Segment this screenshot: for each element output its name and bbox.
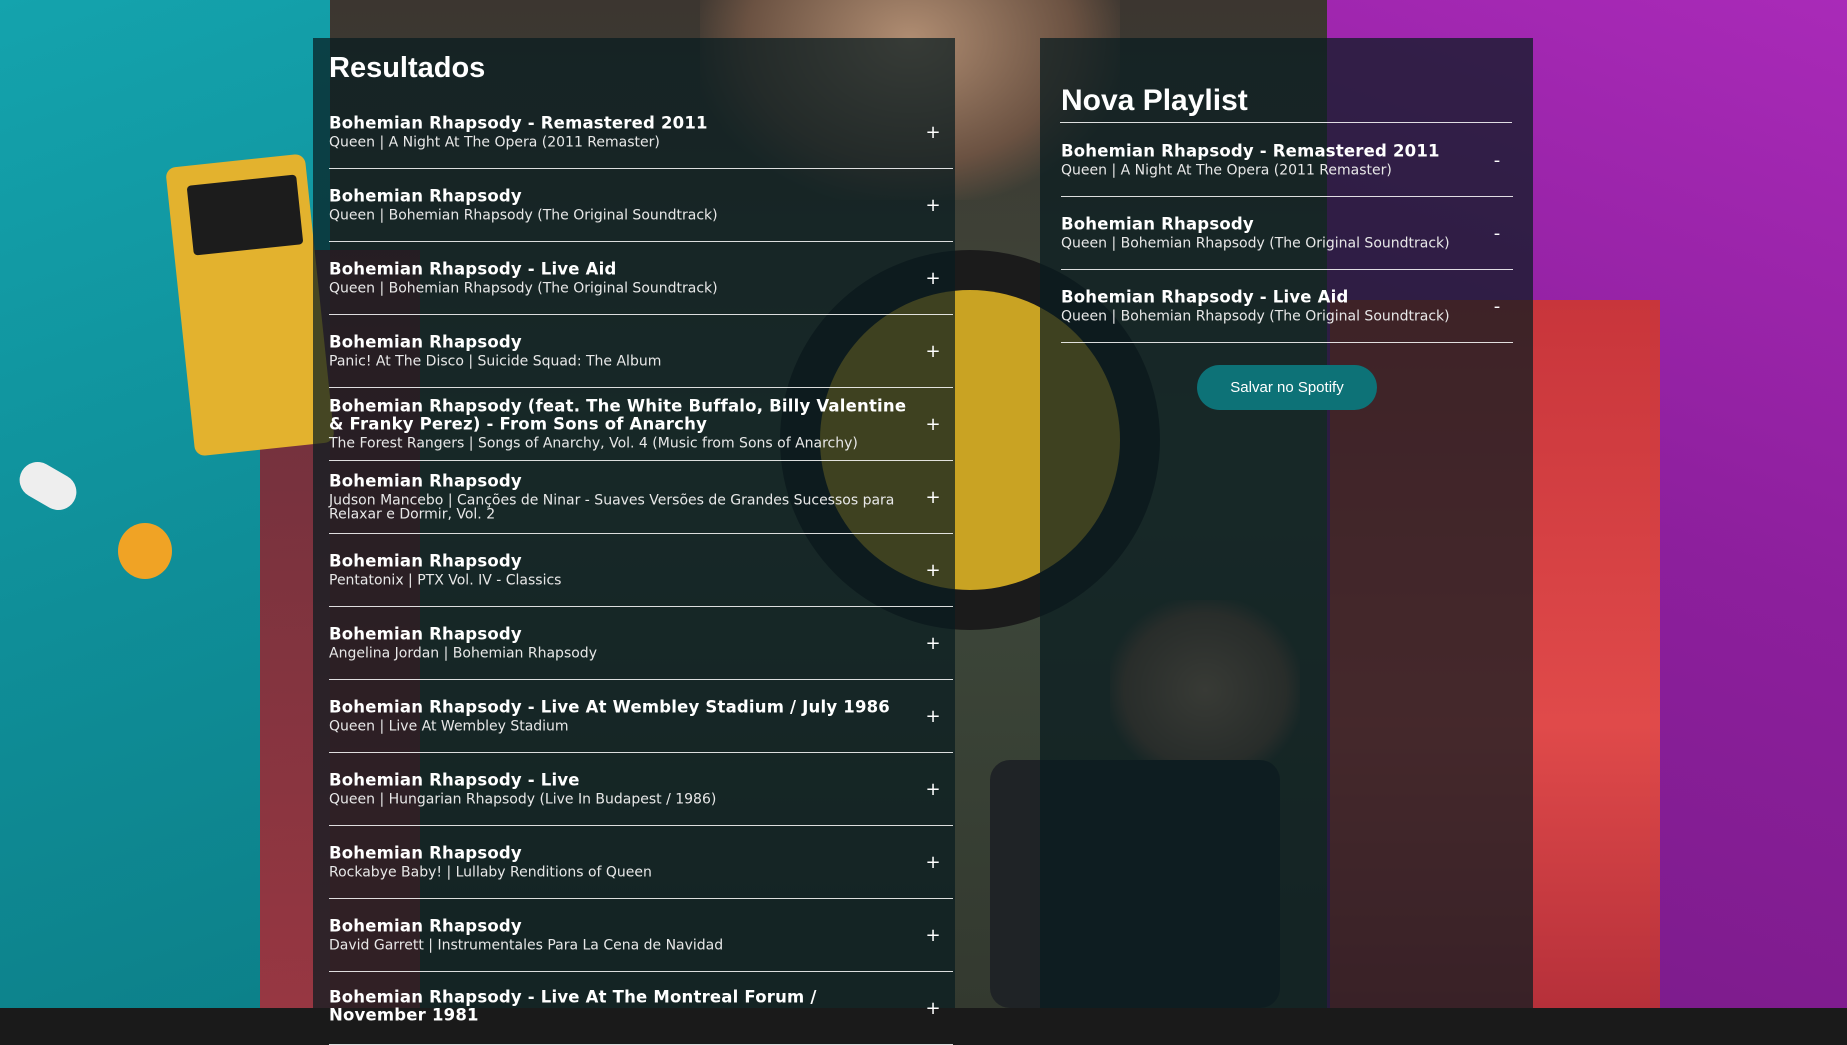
result-track: Bohemian Rhapsody - Live Aid Queen | Boh… — [329, 242, 953, 315]
background-pedal-display — [186, 174, 304, 256]
track-artist-album: Queen | A Night At The Opera (2011 Remas… — [1061, 162, 1392, 179]
track-artist-album: Queen | Bohemian Rhapsody (The Original … — [329, 207, 718, 224]
result-track: Bohemian Rhapsody - Live At The Montreal… — [329, 972, 953, 1045]
track-info: Bohemian Rhapsody - Live Queen | Hungari… — [329, 770, 913, 808]
track-info: Bohemian Rhapsody - Live At The Montreal… — [329, 987, 913, 1028]
track-title: Bohemian Rhapsody — [329, 186, 522, 206]
add-track-button[interactable]: + — [921, 996, 945, 1020]
result-track: Bohemian Rhapsody Pentatonix | PTX Vol. … — [329, 534, 953, 607]
track-artist-album: Panic! At The Disco | Suicide Squad: The… — [329, 353, 662, 370]
track-title: Bohemian Rhapsody — [329, 471, 522, 491]
track-title: Bohemian Rhapsody — [329, 551, 522, 571]
add-track-button[interactable]: + — [921, 850, 945, 874]
track-artist-album: David Garrett | Instrumentales Para La C… — [329, 937, 724, 954]
track-title: Bohemian Rhapsody (feat. The White Buffa… — [329, 396, 907, 434]
results-panel: Resultados Bohemian Rhapsody - Remastere… — [313, 38, 955, 1045]
track-title: Bohemian Rhapsody - Live At Wembley Stad… — [329, 697, 890, 717]
track-artist-album: Queen | Live At Wembley Stadium — [329, 718, 569, 735]
track-title: Bohemian Rhapsody - Live — [329, 770, 580, 790]
result-track: Bohemian Rhapsody - Live At Wembley Stad… — [329, 680, 953, 753]
track-title: Bohemian Rhapsody - Live Aid — [1061, 287, 1349, 307]
playlist-panel: Nova Playlist Bohemian Rhapsody - Remast… — [1040, 38, 1533, 1008]
track-info: Bohemian Rhapsody Angelina Jordan | Bohe… — [329, 624, 913, 662]
track-info: Bohemian Rhapsody Rockabye Baby! | Lulla… — [329, 843, 913, 881]
track-artist-album: Pentatonix | PTX Vol. IV - Classics — [329, 572, 562, 589]
track-title: Bohemian Rhapsody — [329, 843, 522, 863]
remove-track-button[interactable]: - — [1485, 221, 1509, 245]
track-info: Bohemian Rhapsody David Garrett | Instru… — [329, 916, 913, 954]
playlist-track-list: Bohemian Rhapsody - Remastered 2011 Quee… — [1061, 124, 1513, 343]
track-info: Bohemian Rhapsody - Remastered 2011 Quee… — [1061, 141, 1473, 179]
add-track-button[interactable]: + — [921, 704, 945, 728]
result-track: Bohemian Rhapsody Angelina Jordan | Bohe… — [329, 607, 953, 680]
track-title: Bohemian Rhapsody — [1061, 214, 1254, 234]
add-track-button[interactable]: + — [921, 339, 945, 363]
track-artist-album: Judson Mancebo | Canções de Ninar - Suav… — [329, 492, 895, 523]
result-track: Bohemian Rhapsody - Remastered 2011 Quee… — [329, 96, 953, 169]
track-title: Bohemian Rhapsody — [329, 916, 522, 936]
track-info: Bohemian Rhapsody Queen | Bohemian Rhaps… — [329, 186, 913, 224]
track-title: Bohemian Rhapsody - Live At The Montreal… — [329, 987, 817, 1025]
track-artist-album: Queen | Hungarian Rhapsody (Live In Buda… — [329, 791, 717, 808]
save-to-spotify-button[interactable]: Salvar no Spotify — [1197, 365, 1377, 410]
track-title: Bohemian Rhapsody — [329, 624, 522, 644]
track-title: Bohemian Rhapsody — [329, 332, 522, 352]
add-track-button[interactable]: + — [921, 485, 945, 509]
add-track-button[interactable]: + — [921, 193, 945, 217]
track-info: Bohemian Rhapsody - Live At Wembley Stad… — [329, 697, 913, 735]
add-track-button[interactable]: + — [921, 558, 945, 582]
result-track: Bohemian Rhapsody Judson Mancebo | Cançõ… — [329, 461, 953, 534]
background-yellow-pick — [118, 523, 172, 579]
playlist-divider — [1060, 122, 1512, 123]
track-artist-album: Queen | A Night At The Opera (2011 Remas… — [329, 134, 660, 151]
track-info: Bohemian Rhapsody Queen | Bohemian Rhaps… — [1061, 214, 1473, 252]
result-track: Bohemian Rhapsody David Garrett | Instru… — [329, 899, 953, 972]
track-artist-album: Angelina Jordan | Bohemian Rhapsody — [329, 645, 597, 662]
track-title: Bohemian Rhapsody - Remastered 2011 — [329, 113, 708, 133]
result-track: Bohemian Rhapsody Queen | Bohemian Rhaps… — [329, 169, 953, 242]
playlist-track: Bohemian Rhapsody - Live Aid Queen | Boh… — [1061, 270, 1513, 343]
result-track: Bohemian Rhapsody Rockabye Baby! | Lulla… — [329, 826, 953, 899]
remove-track-button[interactable]: - — [1485, 294, 1509, 318]
playlist-track: Bohemian Rhapsody - Remastered 2011 Quee… — [1061, 124, 1513, 197]
add-track-button[interactable]: + — [921, 412, 945, 436]
track-info: Bohemian Rhapsody Panic! At The Disco | … — [329, 332, 913, 370]
result-track: Bohemian Rhapsody (feat. The White Buffa… — [329, 388, 953, 461]
add-track-button[interactable]: + — [921, 631, 945, 655]
add-track-button[interactable]: + — [921, 120, 945, 144]
track-artist-album: Queen | Bohemian Rhapsody (The Original … — [1061, 308, 1450, 325]
track-info: Bohemian Rhapsody - Live Aid Queen | Boh… — [329, 259, 913, 297]
track-artist-album: Rockabye Baby! | Lullaby Renditions of Q… — [329, 864, 652, 881]
track-title: Bohemian Rhapsody - Remastered 2011 — [1061, 141, 1440, 161]
track-info: Bohemian Rhapsody - Live Aid Queen | Boh… — [1061, 287, 1473, 325]
playlist-track: Bohemian Rhapsody Queen | Bohemian Rhaps… — [1061, 197, 1513, 270]
result-track: Bohemian Rhapsody Panic! At The Disco | … — [329, 315, 953, 388]
results-title: Resultados — [329, 52, 486, 84]
track-artist-album: Queen | Bohemian Rhapsody (The Original … — [1061, 235, 1450, 252]
results-track-list: Bohemian Rhapsody - Remastered 2011 Quee… — [329, 96, 953, 1045]
add-track-button[interactable]: + — [921, 923, 945, 947]
track-artist-album: The Forest Rangers | Songs of Anarchy, V… — [329, 435, 858, 452]
track-info: Bohemian Rhapsody - Remastered 2011 Quee… — [329, 113, 913, 151]
track-info: Bohemian Rhapsody Judson Mancebo | Cançõ… — [329, 471, 913, 523]
track-info: Bohemian Rhapsody Pentatonix | PTX Vol. … — [329, 551, 913, 589]
add-track-button[interactable]: + — [921, 777, 945, 801]
playlist-title: Nova Playlist — [1061, 84, 1248, 117]
add-track-button[interactable]: + — [921, 266, 945, 290]
track-title: Bohemian Rhapsody - Live Aid — [329, 259, 617, 279]
track-artist-album: Queen | Bohemian Rhapsody (The Original … — [329, 280, 718, 297]
remove-track-button[interactable]: - — [1485, 148, 1509, 172]
result-track: Bohemian Rhapsody - Live Queen | Hungari… — [329, 753, 953, 826]
track-info: Bohemian Rhapsody (feat. The White Buffa… — [329, 396, 913, 452]
